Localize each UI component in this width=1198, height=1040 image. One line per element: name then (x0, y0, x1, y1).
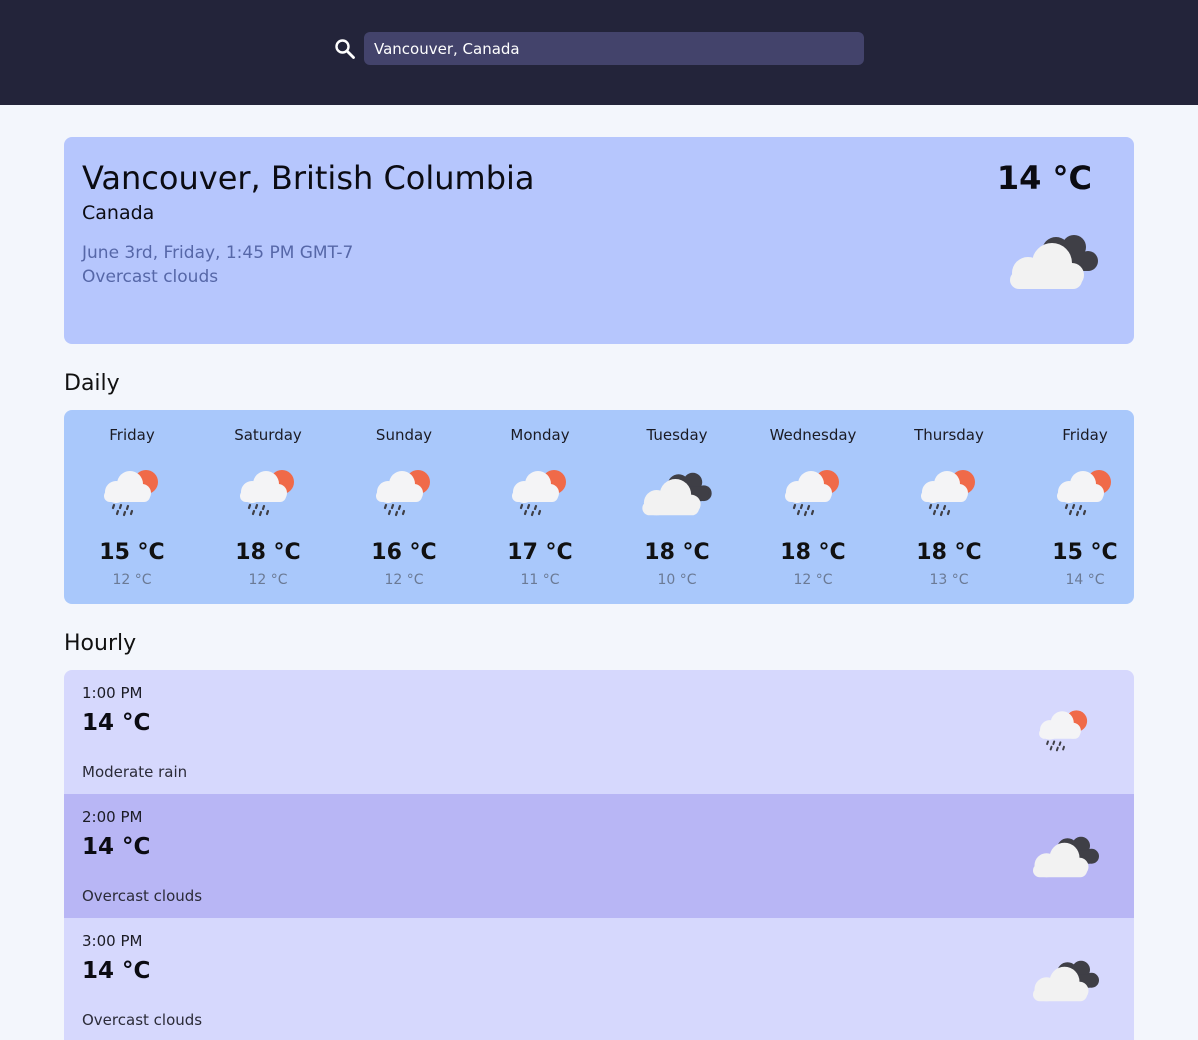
daily-item: Friday 15 °C 12 °C (64, 410, 200, 604)
day-name: Sunday (375, 426, 433, 444)
day-low-temp: 11 °C (520, 572, 560, 588)
hour-time: 1:00 PM (82, 684, 143, 702)
daily-item: Sunday 16 °C 12 °C (336, 410, 472, 604)
rain-sun-icon (777, 464, 849, 518)
daily-forecast: Friday 15 °C 12 °C Saturday 18 °C 12 °C Sunday… (64, 410, 1134, 604)
day-name: Friday (109, 426, 155, 444)
overcast-clouds-icon (639, 468, 715, 520)
hour-temperature: 14 °C (82, 710, 151, 736)
current-weather-card: Vancouver, British Columbia Canada June … (64, 137, 1134, 344)
hour-description: Overcast clouds (82, 1011, 203, 1029)
hour-temperature: 14 °C (82, 958, 151, 984)
current-description: Overcast clouds (82, 267, 219, 287)
daily-item: Wednesday 18 °C 12 °C (745, 410, 881, 604)
day-low-temp: 13 °C (929, 572, 969, 588)
rain-sun-icon (96, 464, 168, 518)
overcast-clouds-icon (1006, 229, 1102, 295)
search-input[interactable] (364, 32, 864, 65)
overcast-clouds-icon (1030, 956, 1102, 1006)
day-high-temp: 15 °C (1052, 540, 1118, 565)
day-high-temp: 18 °C (644, 540, 710, 565)
daily-item: Monday 17 °C 11 °C (472, 410, 608, 604)
day-name: Friday (1062, 426, 1108, 444)
day-low-temp: 10 °C (657, 572, 697, 588)
daily-item: Tuesday 18 °C 10 °C (609, 410, 745, 604)
daily-item: Saturday 18 °C 12 °C (200, 410, 336, 604)
hourly-forecast: 1:00 PM 14 °C Moderate rain 2:00 PM 14 °C Ove… (64, 670, 1134, 1040)
country-name: Canada (82, 202, 155, 224)
app-header (0, 0, 1198, 105)
day-high-temp: 17 °C (507, 540, 573, 565)
current-temperature: 14 °C (996, 159, 1092, 197)
day-high-temp: 18 °C (916, 540, 982, 565)
hour-temperature: 14 °C (82, 834, 151, 860)
day-high-temp: 18 °C (780, 540, 846, 565)
overcast-clouds-icon (1030, 832, 1102, 882)
day-name: Wednesday (769, 426, 857, 444)
search-icon[interactable] (334, 38, 356, 60)
rain-sun-icon (504, 464, 576, 518)
daily-item: Friday 15 °C 14 °C (1017, 410, 1153, 604)
day-low-temp: 12 °C (793, 572, 833, 588)
city-name: Vancouver, British Columbia (82, 159, 535, 197)
hour-description: Overcast clouds (82, 887, 203, 905)
day-low-temp: 14 °C (1065, 572, 1105, 588)
day-name: Tuesday (646, 426, 708, 444)
hour-time: 3:00 PM (82, 932, 143, 950)
rain-sun-icon (1032, 700, 1096, 758)
day-high-temp: 16 °C (371, 540, 437, 565)
day-name: Thursday (914, 426, 984, 444)
rain-sun-icon (368, 464, 440, 518)
day-low-temp: 12 °C (248, 572, 288, 588)
day-low-temp: 12 °C (384, 572, 424, 588)
day-name: Monday (510, 426, 570, 444)
day-name: Saturday (234, 426, 302, 444)
rain-sun-icon (232, 464, 304, 518)
daily-item: Thursday 18 °C 13 °C (881, 410, 1017, 604)
day-high-temp: 18 °C (235, 540, 301, 565)
daily-section-title: Daily (64, 371, 120, 396)
hour-description: Moderate rain (82, 763, 188, 781)
hourly-item[interactable]: 3:00 PM 14 °C Overcast clouds (64, 918, 1134, 1040)
hourly-section-title: Hourly (64, 631, 137, 656)
day-high-temp: 15 °C (99, 540, 165, 565)
rain-sun-icon (913, 464, 985, 518)
current-datetime: June 3rd, Friday, 1:45 PM GMT-7 (82, 243, 354, 263)
hour-time: 2:00 PM (82, 808, 143, 826)
rain-sun-icon (1049, 464, 1121, 518)
day-low-temp: 12 °C (112, 572, 152, 588)
hourly-item[interactable]: 2:00 PM 14 °C Overcast clouds (64, 794, 1134, 918)
hourly-item[interactable]: 1:00 PM 14 °C Moderate rain (64, 670, 1134, 794)
